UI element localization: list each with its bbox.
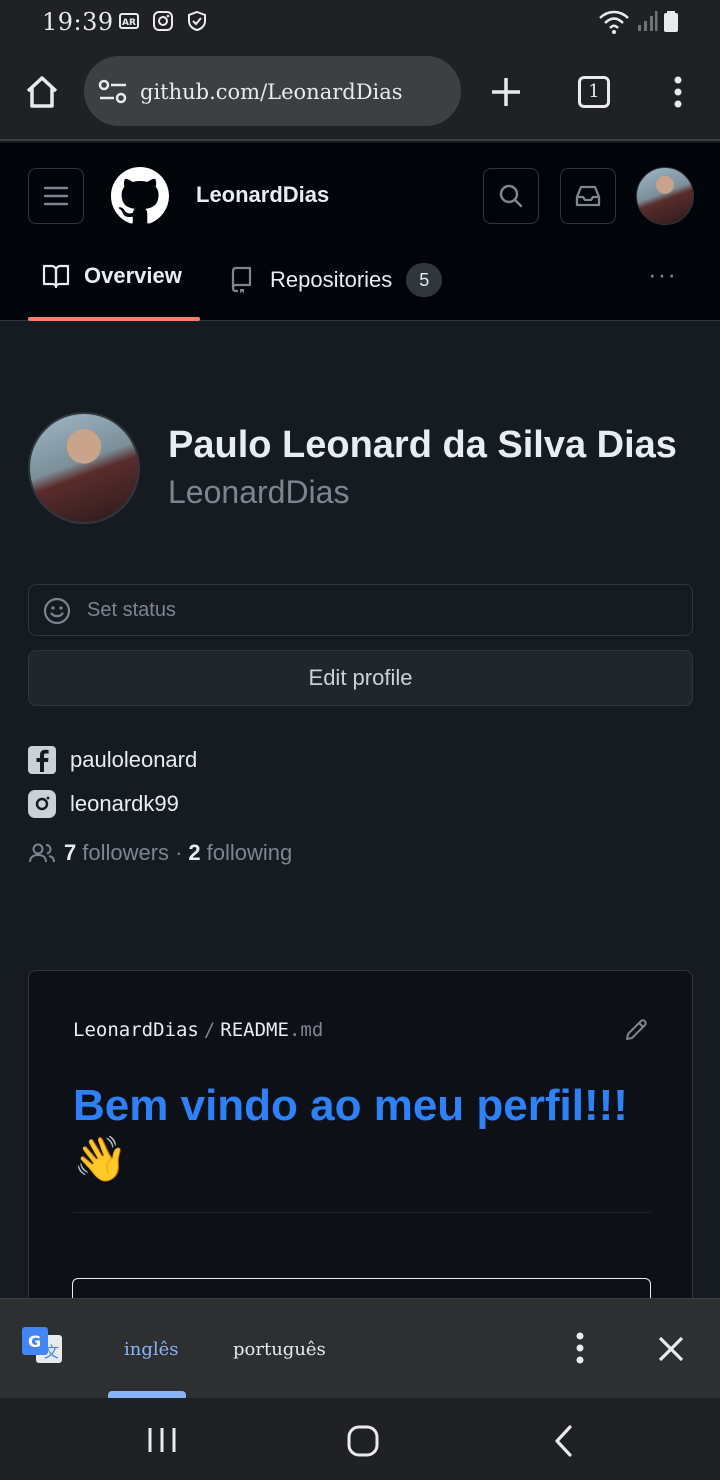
instagram-icon bbox=[28, 790, 56, 818]
translate-source-language[interactable]: inglês bbox=[124, 1339, 179, 1360]
followers-label: followers bbox=[82, 840, 170, 865]
follow-separator: · bbox=[175, 840, 183, 865]
smiley-icon bbox=[43, 597, 71, 625]
url-text: github.com/LeonardDias bbox=[140, 80, 403, 104]
profile-name: Paulo Leonard da Silva Dias bbox=[168, 424, 677, 466]
social-link-facebook[interactable]: pauloleonard bbox=[28, 746, 197, 774]
tab-repositories-label: Repositories bbox=[270, 267, 393, 292]
recent-apps-icon[interactable] bbox=[146, 1426, 178, 1454]
follow-stats: 7 followers · 2 following bbox=[28, 840, 292, 866]
back-icon[interactable] bbox=[552, 1424, 576, 1458]
readme-file-name[interactable]: README bbox=[220, 1019, 289, 1041]
hamburger-icon bbox=[43, 186, 69, 206]
home-icon[interactable] bbox=[24, 74, 60, 110]
set-status-label: Set status bbox=[87, 599, 176, 621]
followers-link[interactable]: 7 followers bbox=[60, 840, 169, 866]
tab-switcher-button[interactable]: 1 bbox=[578, 76, 610, 108]
search-button[interactable] bbox=[483, 168, 539, 224]
translate-menu-icon[interactable] bbox=[574, 1331, 586, 1365]
github-logo-icon[interactable] bbox=[111, 167, 169, 225]
ar-sticker-icon: AR bbox=[119, 13, 139, 29]
system-nav-bar bbox=[0, 1398, 720, 1480]
readme-divider bbox=[73, 1212, 651, 1213]
github-header: LeonardDias Overview Repositories 5 ··· bbox=[0, 143, 720, 321]
readme-path: LeonardDias / README.md bbox=[73, 1019, 323, 1041]
tab-overview-label: Overview bbox=[84, 263, 182, 288]
readme-file-ext: .md bbox=[288, 1019, 324, 1041]
search-icon bbox=[499, 184, 523, 208]
svg-text:AR: AR bbox=[122, 18, 136, 28]
following-link[interactable]: 2 following bbox=[184, 840, 292, 866]
repo-icon bbox=[231, 266, 252, 293]
browser-menu-icon[interactable] bbox=[672, 74, 684, 110]
inbox-button[interactable] bbox=[560, 168, 616, 224]
battery-icon bbox=[664, 11, 678, 32]
waving-hand-emoji: 👋 bbox=[73, 1135, 128, 1184]
home-nav-icon[interactable] bbox=[346, 1424, 380, 1458]
header-avatar[interactable] bbox=[636, 167, 694, 225]
facebook-icon bbox=[28, 746, 56, 774]
new-tab-icon[interactable] bbox=[490, 76, 522, 108]
book-icon bbox=[42, 264, 70, 289]
wifi-icon bbox=[599, 10, 629, 34]
translate-target-language[interactable]: português bbox=[233, 1339, 326, 1360]
readme-heading: Bem vindo ao meu perfil!!! 👋 bbox=[73, 1079, 673, 1187]
status-bar: 19:39 AR bbox=[0, 0, 720, 44]
shield-check-icon bbox=[188, 10, 206, 32]
followers-count: 7 bbox=[64, 840, 77, 865]
edit-profile-button[interactable]: Edit profile bbox=[28, 650, 693, 706]
site-settings-icon[interactable] bbox=[98, 78, 128, 106]
inbox-icon bbox=[575, 185, 601, 207]
instagram-handle: leonardk99 bbox=[70, 791, 179, 816]
close-icon[interactable] bbox=[657, 1335, 685, 1363]
address-bar[interactable]: github.com/LeonardDias bbox=[84, 56, 461, 126]
readme-owner-link[interactable]: LeonardDias bbox=[73, 1019, 199, 1041]
repositories-count-badge: 5 bbox=[406, 263, 443, 297]
google-translate-icon[interactable]: 文 G bbox=[22, 1327, 64, 1369]
tab-repositories[interactable]: Repositories 5 bbox=[230, 263, 443, 297]
svg-text:G: G bbox=[28, 1332, 41, 1351]
following-count: 2 bbox=[188, 840, 201, 865]
status-time: 19:39 bbox=[42, 8, 114, 36]
active-tab-indicator bbox=[28, 317, 200, 321]
signal-icon bbox=[638, 11, 658, 31]
instagram-status-icon bbox=[153, 11, 173, 31]
social-link-instagram[interactable]: leonardk99 bbox=[28, 790, 179, 818]
people-icon bbox=[29, 843, 55, 863]
header-username[interactable]: LeonardDias bbox=[196, 182, 329, 208]
more-tabs-icon[interactable]: ··· bbox=[648, 259, 677, 290]
tab-overview[interactable]: Overview bbox=[42, 263, 182, 289]
profile-login: LeonardDias bbox=[168, 474, 350, 510]
profile-avatar[interactable] bbox=[28, 412, 140, 524]
set-status-button[interactable]: Set status bbox=[28, 584, 693, 636]
readme-path-separator: / bbox=[203, 1019, 216, 1041]
following-label: following bbox=[206, 840, 293, 865]
facebook-handle: pauloleonard bbox=[70, 747, 198, 772]
browser-toolbar: github.com/LeonardDias 1 bbox=[0, 44, 720, 141]
readme-heading-text: Bem vindo ao meu perfil!!! bbox=[73, 1081, 628, 1130]
hamburger-menu-button[interactable] bbox=[28, 168, 84, 224]
pencil-icon[interactable] bbox=[623, 1017, 649, 1043]
translate-bar: 文 G inglês português bbox=[0, 1298, 720, 1399]
